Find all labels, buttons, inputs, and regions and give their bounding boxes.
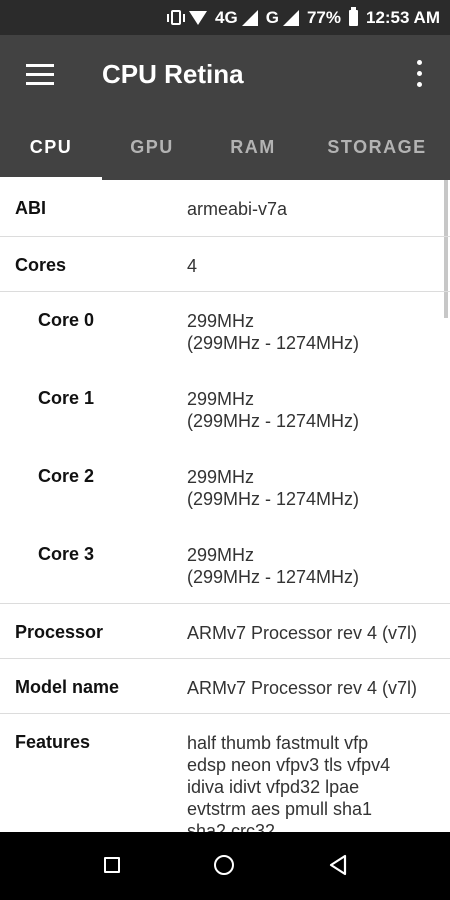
list-item-features: Features half thumb fastmult vfp edsp ne… xyxy=(0,714,450,832)
row-label: Core 3 xyxy=(38,544,95,564)
row-label: Core 0 xyxy=(38,310,95,330)
list-item-core-2: Core 2 299MHz (299MHz - 1274MHz) xyxy=(0,448,450,526)
tab-gpu[interactable]: GPU xyxy=(102,115,202,180)
hamburger-menu-icon[interactable] xyxy=(26,64,54,86)
app-title: CPU Retina xyxy=(102,59,244,89)
tab-label: RAM xyxy=(230,137,276,157)
more-vertical-icon[interactable] xyxy=(414,60,424,90)
row-value: armeabi-v7a xyxy=(187,199,288,219)
home-icon[interactable] xyxy=(214,855,234,875)
list-item-abi: ABI armeabi-v7a xyxy=(0,180,450,237)
tab-label: CPU xyxy=(29,137,73,157)
row-value: 299MHz (299MHz - 1274MHz) xyxy=(187,467,360,509)
list-item-processor: Processor ARMv7 Processor rev 4 (v7l) xyxy=(0,604,450,659)
list-item-model-name: Model name ARMv7 Processor rev 4 (v7l) xyxy=(0,659,450,714)
signal-icon xyxy=(241,9,258,26)
row-label: Cores xyxy=(15,255,67,275)
row-value: 4 xyxy=(187,256,198,276)
row-value: half thumb fastmult vfp edsp neon vfpv3 … xyxy=(187,733,391,832)
row-label: Core 2 xyxy=(38,466,95,486)
network-4g-label: 4G xyxy=(215,7,238,27)
list-item-core-3: Core 3 299MHz (299MHz - 1274MHz) xyxy=(0,526,450,604)
row-value: ARMv7 Processor rev 4 (v7l) xyxy=(187,623,418,643)
list-item-core-0: Core 0 299MHz (299MHz - 1274MHz) xyxy=(0,292,450,370)
row-label: Core 1 xyxy=(38,388,95,408)
tab-label: STORAGE xyxy=(327,137,427,157)
row-value: 299MHz (299MHz - 1274MHz) xyxy=(187,311,360,353)
list-item-cores: Cores 4 xyxy=(0,237,450,292)
signal-icon xyxy=(282,9,299,26)
tab-cpu[interactable]: CPU xyxy=(0,115,102,180)
row-value: 299MHz (299MHz - 1274MHz) xyxy=(187,545,360,587)
row-label: Features xyxy=(15,732,91,752)
back-icon[interactable] xyxy=(328,854,348,876)
navigation-bar xyxy=(0,832,450,900)
app-toolbar: CPU Retina xyxy=(0,35,450,115)
row-label: Model name xyxy=(15,677,120,697)
tab-label: GPU xyxy=(130,137,174,157)
recent-apps-icon[interactable] xyxy=(104,857,120,873)
tab-ram[interactable]: RAM xyxy=(202,115,304,180)
status-time: 12:53 AM xyxy=(365,7,440,27)
tab-storage[interactable]: STORAGE xyxy=(304,115,450,180)
network-g-label: G xyxy=(265,7,279,27)
row-value: ARMv7 Processor rev 4 (v7l) xyxy=(187,678,418,698)
row-value: 299MHz (299MHz - 1274MHz) xyxy=(187,389,360,431)
battery-percentage: 77% xyxy=(306,7,341,27)
row-label: ABI xyxy=(15,198,46,218)
cpu-info-list[interactable]: ABI armeabi-v7a Cores 4 Core 0 299MHz (2… xyxy=(0,180,450,832)
wifi-icon xyxy=(189,10,208,25)
status-bar: 4G G 77% 12:53 AM xyxy=(0,0,450,35)
vibrate-icon xyxy=(167,10,186,25)
tab-bar: CPU GPU RAM STORAGE xyxy=(0,115,450,180)
battery-icon xyxy=(348,6,358,26)
row-label: Processor xyxy=(15,622,104,642)
list-item-core-1: Core 1 299MHz (299MHz - 1274MHz) xyxy=(0,370,450,448)
